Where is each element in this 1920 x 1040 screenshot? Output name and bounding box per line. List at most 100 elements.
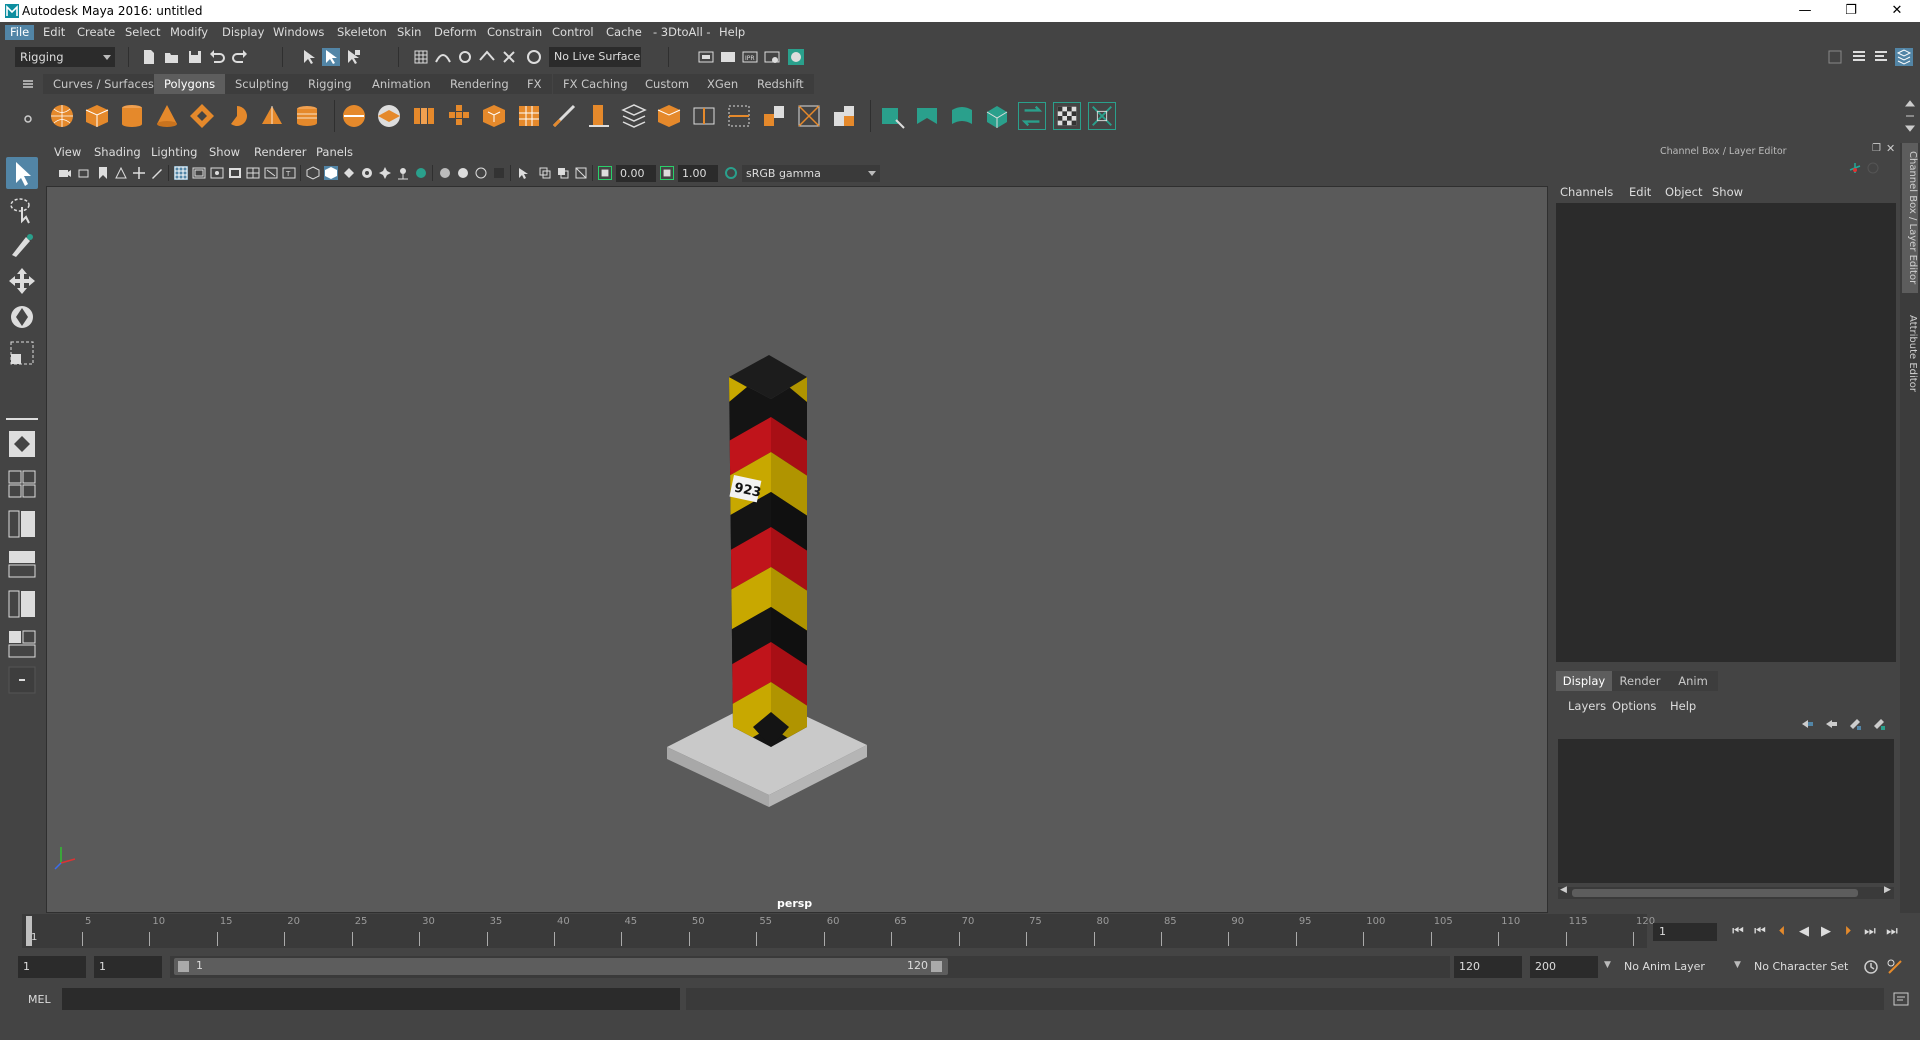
checker-map-icon[interactable] — [1053, 102, 1081, 130]
animation-preferences-icon[interactable] — [1886, 958, 1904, 976]
resolution-gate-icon[interactable] — [210, 166, 224, 180]
command-input[interactable] — [62, 988, 680, 1010]
depth-of-field-icon[interactable] — [474, 166, 488, 180]
average-vertices-icon[interactable] — [515, 102, 543, 130]
screen-space-ao-icon[interactable] — [414, 166, 428, 180]
wireframe-on-shaded-icon[interactable] — [342, 166, 356, 180]
character-set-dropdown[interactable]: No Character Set — [1748, 956, 1868, 978]
current-time-marker[interactable] — [26, 916, 32, 946]
paint-select-tool-icon[interactable] — [6, 229, 38, 261]
extract-icon[interactable] — [410, 102, 438, 130]
shelf-tab-sculpting[interactable]: Sculpting — [225, 74, 299, 94]
shelf-tab-custom[interactable]: Custom — [635, 74, 700, 94]
shelf-tab-polygons[interactable]: Polygons — [154, 74, 226, 94]
step-forward-frame-icon[interactable]: ⏵ — [1839, 923, 1857, 941]
smooth-shade-icon[interactable] — [324, 166, 338, 180]
bookmark-icon[interactable] — [96, 166, 110, 180]
play-backwards-icon[interactable]: ◀ — [1795, 923, 1813, 941]
animation-end-field[interactable]: 200 — [1530, 956, 1598, 978]
vp-menu-show[interactable]: Show — [209, 145, 240, 159]
bevel-icon[interactable] — [655, 102, 683, 130]
tool-settings-toggle-icon[interactable] — [1872, 48, 1890, 66]
scroll-right-icon[interactable]: ▶ — [1884, 885, 1891, 895]
shelf-tab-curves-surfaces[interactable]: Curves / Surfaces — [43, 74, 164, 94]
chevron-down-icon[interactable]: ▼ — [1604, 960, 1611, 970]
single-perspective-layout-icon[interactable] — [6, 428, 38, 460]
new-scene-icon[interactable] — [140, 48, 158, 66]
use-all-lights-icon[interactable] — [378, 166, 392, 180]
image-plane-icon[interactable] — [114, 166, 128, 180]
four-view-layout-icon[interactable] — [6, 468, 38, 500]
go-to-start-icon[interactable]: ⏮ — [1729, 923, 1747, 941]
select-object-icon[interactable] — [322, 48, 340, 66]
go-to-end-icon[interactable]: ⏭ — [1883, 923, 1901, 941]
vp-menu-lighting[interactable]: Lighting — [151, 145, 197, 159]
menu-select[interactable]: Select — [123, 25, 162, 40]
menu-modify[interactable]: Modify — [168, 25, 210, 40]
cylindrical-mapping-icon[interactable] — [948, 102, 976, 130]
tab-anim[interactable]: Anim — [1668, 671, 1718, 691]
scale-tool-icon[interactable] — [6, 337, 38, 369]
append-polygon-icon[interactable] — [620, 102, 648, 130]
camera-attributes-icon[interactable] — [78, 166, 92, 180]
make-live-icon[interactable] — [525, 48, 543, 66]
combine-icon[interactable] — [340, 102, 368, 130]
save-scene-icon[interactable] — [186, 48, 204, 66]
render-frame-icon[interactable] — [719, 48, 737, 66]
maximize-button[interactable]: ❐ — [1828, 0, 1874, 22]
minimize-button[interactable]: — — [1782, 0, 1828, 22]
menu-skeleton[interactable]: Skeleton — [335, 25, 389, 40]
scrollbar-thumb[interactable] — [1572, 889, 1858, 897]
lasso-tool-icon[interactable] — [6, 193, 38, 225]
shelf-tab-rendering[interactable]: Rendering — [440, 74, 519, 94]
move-tool-icon[interactable] — [6, 265, 38, 297]
select-tool-icon[interactable] — [6, 157, 38, 189]
shelf-tab-redshift[interactable]: Redshift — [747, 74, 814, 94]
poly-cube-icon[interactable] — [83, 102, 111, 130]
textured-icon[interactable] — [360, 166, 374, 180]
exposure-icon[interactable] — [598, 166, 612, 180]
grid-toggle-icon[interactable] — [174, 166, 188, 180]
film-gate-icon[interactable] — [192, 166, 206, 180]
shelf-tab-fx[interactable]: FX — [517, 74, 552, 94]
uv-editor-icon[interactable] — [878, 102, 906, 130]
axis-manipulator-icon[interactable] — [1848, 161, 1862, 175]
menu-help[interactable]: Help — [717, 25, 747, 40]
select-component-icon[interactable] — [344, 48, 362, 66]
move-layer-down-icon[interactable] — [1824, 717, 1838, 731]
persp-outliner-layout-icon[interactable] — [6, 508, 38, 540]
modeling-toolkit-icon[interactable] — [1826, 48, 1844, 66]
lock-channels-icon[interactable] — [1866, 161, 1880, 175]
poly-pyramid-icon[interactable] — [258, 102, 286, 130]
side-tab-channel-box[interactable]: Channel Box / Layer Editor — [1902, 143, 1918, 293]
poly-cylinder-icon[interactable] — [118, 102, 146, 130]
open-scene-icon[interactable] — [163, 48, 181, 66]
color-management-icon[interactable] — [724, 166, 738, 180]
menu-display[interactable]: Display — [220, 25, 266, 40]
snap-curve-icon[interactable] — [434, 48, 452, 66]
separate-icon[interactable] — [375, 102, 403, 130]
shelf-tab-rigging[interactable]: Rigging — [298, 74, 362, 94]
shelf-settings-icon[interactable] — [23, 114, 33, 124]
persp-graph-layout-icon[interactable] — [6, 548, 38, 580]
motion-blur-icon[interactable] — [438, 166, 452, 180]
range-start-handle[interactable] — [178, 961, 189, 972]
play-forwards-icon[interactable]: ▶ — [1817, 923, 1835, 941]
field-chart-icon[interactable] — [246, 166, 260, 180]
border-pole[interactable]: 923 — [727, 355, 811, 757]
time-slider-track[interactable]: 1 5 10 15 20 25 30 35 40 45 50 55 60 65 70 75 80 85 90 95 10… — [22, 914, 1655, 948]
vp-menu-shading[interactable]: Shading — [94, 145, 141, 159]
multi-cut-icon[interactable] — [690, 102, 718, 130]
poly-pipe-icon[interactable] — [293, 102, 321, 130]
cb-menu-channels[interactable]: Channels — [1560, 185, 1613, 199]
menu-3dtoall[interactable]: - 3DtoAll - — [651, 25, 713, 40]
close-button[interactable]: ✕ — [1874, 0, 1920, 22]
le-menu-help[interactable]: Help — [1670, 699, 1696, 713]
close-panel-icon[interactable]: ✕ — [1886, 142, 1895, 155]
undo-icon[interactable] — [208, 48, 226, 66]
snap-grid-icon[interactable] — [412, 48, 430, 66]
wireframe-icon[interactable] — [306, 166, 320, 180]
layer-list[interactable] — [1558, 739, 1894, 883]
xray-icon[interactable] — [516, 166, 530, 180]
menu-control[interactable]: Control — [550, 25, 596, 40]
